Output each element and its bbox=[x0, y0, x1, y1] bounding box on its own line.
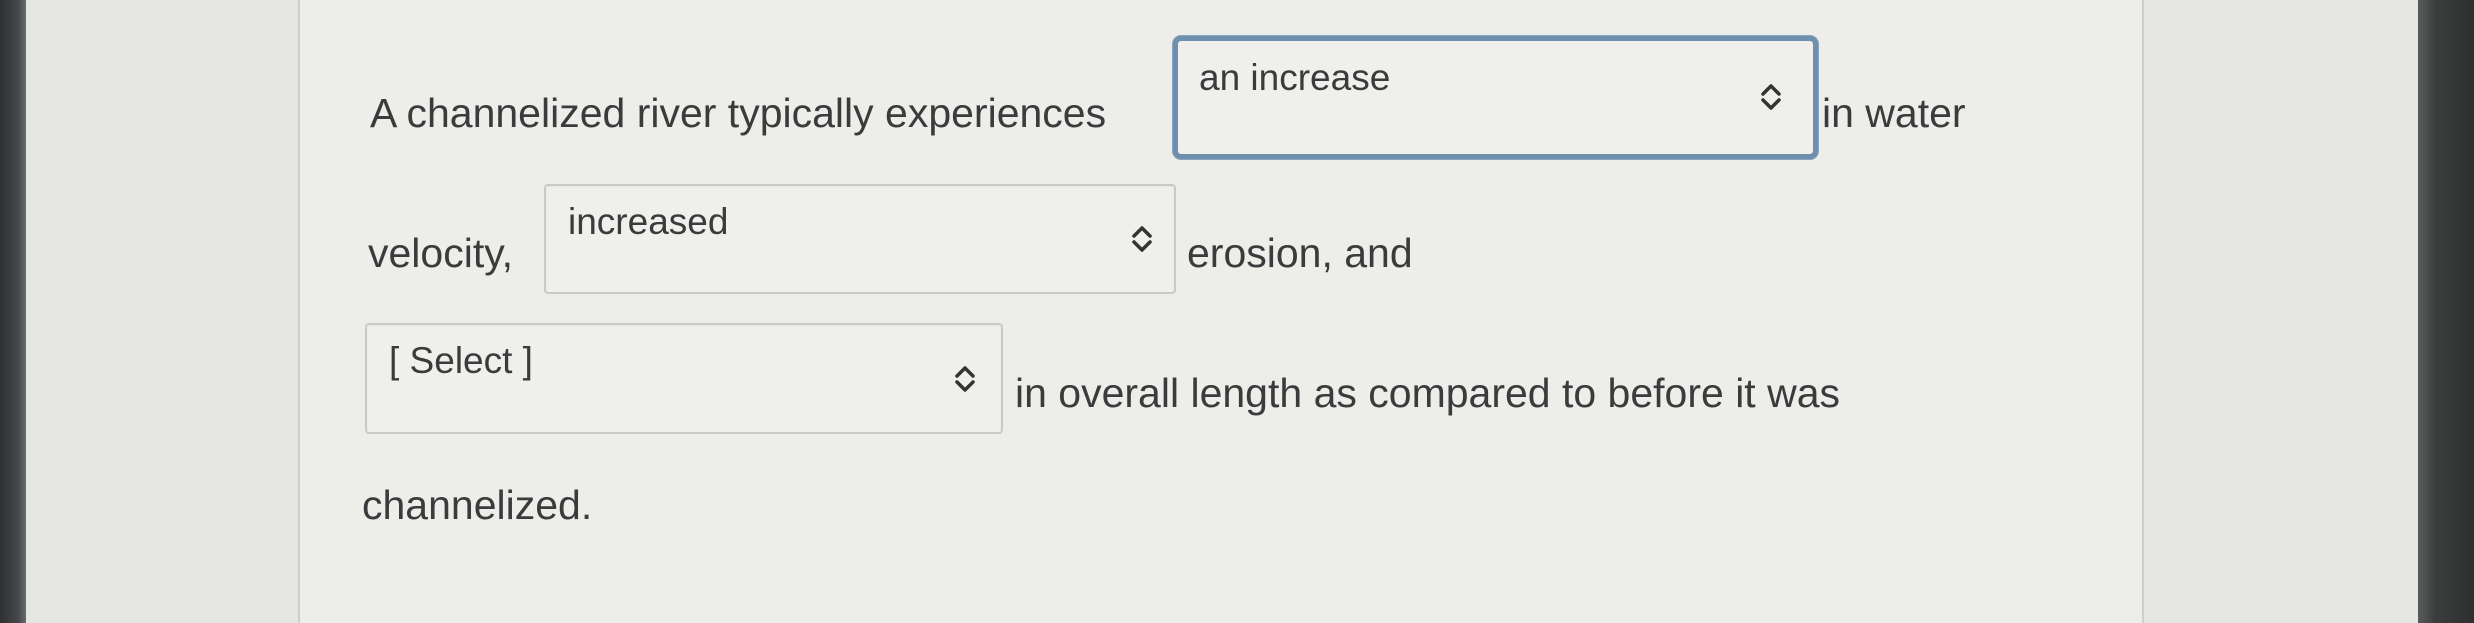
answer-dropdown-2[interactable]: increased bbox=[544, 184, 1176, 294]
dropdown-2-selected-value: increased bbox=[568, 201, 729, 242]
answer-dropdown-3[interactable]: [ Select ] bbox=[365, 323, 1003, 434]
answer-dropdown-1[interactable]: an increase bbox=[1173, 36, 1818, 159]
chevron-up-down-icon bbox=[1761, 84, 1781, 110]
screen-bezel-left bbox=[0, 0, 26, 623]
chevron-up-down-icon bbox=[955, 366, 975, 392]
question-text-part-2: in water bbox=[1822, 90, 1966, 136]
question-text-part-6: channelized. bbox=[362, 482, 593, 528]
question-text-part-4: erosion, and bbox=[1187, 230, 1413, 276]
chevron-up-down-icon bbox=[1132, 226, 1152, 252]
dropdown-3-selected-value: [ Select ] bbox=[389, 340, 533, 381]
question-text-part-5: in overall length as compared to before … bbox=[1015, 370, 1841, 416]
screen-bezel-right bbox=[2418, 0, 2474, 623]
question-text-part-3: velocity, bbox=[368, 230, 514, 276]
dropdown-1-selected-value: an increase bbox=[1199, 57, 1391, 98]
question-text-part-1: A channelized river typically experience… bbox=[370, 90, 1107, 136]
